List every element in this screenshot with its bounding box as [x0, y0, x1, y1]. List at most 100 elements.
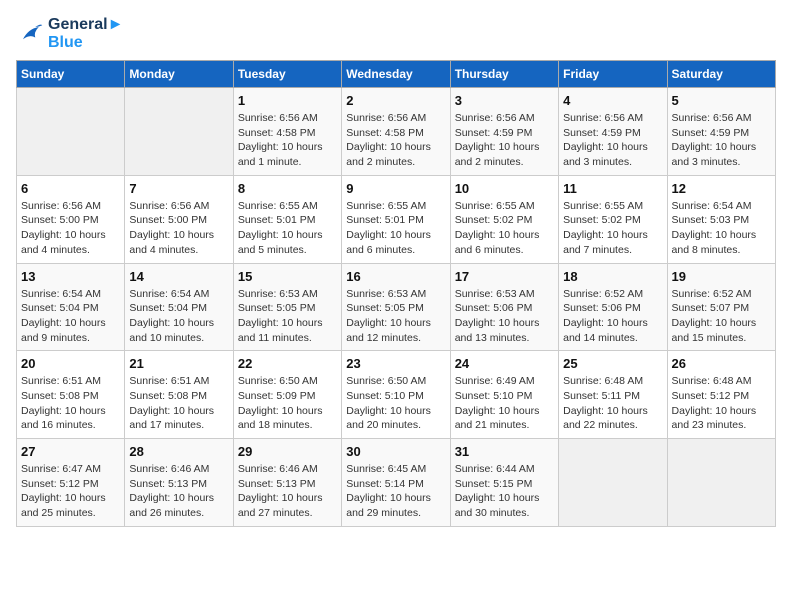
day-info: Sunrise: 6:55 AMSunset: 5:01 PMDaylight:…	[346, 199, 445, 258]
page-header: General► Blue	[16, 16, 776, 52]
day-of-week-header: Saturday	[667, 61, 775, 88]
day-info: Sunrise: 6:55 AMSunset: 5:01 PMDaylight:…	[238, 199, 337, 258]
day-number: 17	[455, 269, 554, 284]
day-number: 29	[238, 444, 337, 459]
day-of-week-header: Thursday	[450, 61, 558, 88]
day-info: Sunrise: 6:56 AMSunset: 4:59 PMDaylight:…	[455, 111, 554, 170]
day-number: 28	[129, 444, 228, 459]
calendar-cell: 21 Sunrise: 6:51 AMSunset: 5:08 PMDayligh…	[125, 351, 233, 439]
day-number: 26	[672, 356, 771, 371]
day-info: Sunrise: 6:55 AMSunset: 5:02 PMDaylight:…	[563, 199, 662, 258]
day-info: Sunrise: 6:46 AMSunset: 5:13 PMDaylight:…	[238, 462, 337, 521]
day-info: Sunrise: 6:45 AMSunset: 5:14 PMDaylight:…	[346, 462, 445, 521]
day-number: 9	[346, 181, 445, 196]
day-info: Sunrise: 6:47 AMSunset: 5:12 PMDaylight:…	[21, 462, 120, 521]
calendar-cell: 29 Sunrise: 6:46 AMSunset: 5:13 PMDayligh…	[233, 439, 341, 527]
calendar-cell: 8 Sunrise: 6:55 AMSunset: 5:01 PMDaylight…	[233, 175, 341, 263]
calendar-cell: 2 Sunrise: 6:56 AMSunset: 4:58 PMDaylight…	[342, 88, 450, 176]
day-of-week-header: Wednesday	[342, 61, 450, 88]
calendar-cell	[559, 439, 667, 527]
calendar-week-row: 20 Sunrise: 6:51 AMSunset: 5:08 PMDayligh…	[17, 351, 776, 439]
calendar-cell: 15 Sunrise: 6:53 AMSunset: 5:05 PMDayligh…	[233, 263, 341, 351]
day-info: Sunrise: 6:56 AMSunset: 4:58 PMDaylight:…	[346, 111, 445, 170]
calendar-cell	[17, 88, 125, 176]
day-number: 16	[346, 269, 445, 284]
calendar-body: 1 Sunrise: 6:56 AMSunset: 4:58 PMDaylight…	[17, 88, 776, 527]
calendar-cell: 12Sunrise: 6:54 AMSunset: 5:03 PMDayligh…	[667, 175, 775, 263]
day-info: Sunrise: 6:54 AMSunset: 5:03 PMDaylight:…	[672, 199, 771, 258]
calendar-cell: 10Sunrise: 6:55 AMSunset: 5:02 PMDayligh…	[450, 175, 558, 263]
logo-line1: General►	[48, 16, 123, 34]
day-info: Sunrise: 6:54 AMSunset: 5:04 PMDaylight:…	[21, 287, 120, 346]
day-number: 11	[563, 181, 662, 196]
day-info: Sunrise: 6:56 AMSunset: 4:59 PMDaylight:…	[563, 111, 662, 170]
calendar-cell: 7 Sunrise: 6:56 AMSunset: 5:00 PMDaylight…	[125, 175, 233, 263]
days-of-week-row: SundayMondayTuesdayWednesdayThursdayFrid…	[17, 61, 776, 88]
day-number: 1	[238, 93, 337, 108]
calendar-cell: 19 Sunrise: 6:52 AMSunset: 5:07 PMDayligh…	[667, 263, 775, 351]
day-number: 31	[455, 444, 554, 459]
calendar-cell	[667, 439, 775, 527]
day-number: 25	[563, 356, 662, 371]
day-info: Sunrise: 6:52 AMSunset: 5:06 PMDaylight:…	[563, 287, 662, 346]
day-of-week-header: Friday	[559, 61, 667, 88]
day-number: 21	[129, 356, 228, 371]
day-number: 15	[238, 269, 337, 284]
calendar-cell: 18 Sunrise: 6:52 AMSunset: 5:06 PMDayligh…	[559, 263, 667, 351]
calendar-cell: 22 Sunrise: 6:50 AMSunset: 5:09 PMDayligh…	[233, 351, 341, 439]
logo: General► Blue	[16, 16, 123, 52]
day-info: Sunrise: 6:51 AMSunset: 5:08 PMDaylight:…	[21, 374, 120, 433]
day-info: Sunrise: 6:50 AMSunset: 5:09 PMDaylight:…	[238, 374, 337, 433]
calendar-cell: 13 Sunrise: 6:54 AMSunset: 5:04 PMDayligh…	[17, 263, 125, 351]
day-info: Sunrise: 6:56 AMSunset: 5:00 PMDaylight:…	[129, 199, 228, 258]
day-number: 24	[455, 356, 554, 371]
calendar-cell: 9 Sunrise: 6:55 AMSunset: 5:01 PMDaylight…	[342, 175, 450, 263]
day-info: Sunrise: 6:54 AMSunset: 5:04 PMDaylight:…	[129, 287, 228, 346]
day-number: 10	[455, 181, 554, 196]
day-number: 4	[563, 93, 662, 108]
calendar-week-row: 13 Sunrise: 6:54 AMSunset: 5:04 PMDayligh…	[17, 263, 776, 351]
day-number: 22	[238, 356, 337, 371]
day-number: 30	[346, 444, 445, 459]
day-number: 2	[346, 93, 445, 108]
calendar-cell	[125, 88, 233, 176]
day-number: 20	[21, 356, 120, 371]
day-number: 19	[672, 269, 771, 284]
day-info: Sunrise: 6:56 AMSunset: 5:00 PMDaylight:…	[21, 199, 120, 258]
calendar-cell: 1 Sunrise: 6:56 AMSunset: 4:58 PMDaylight…	[233, 88, 341, 176]
calendar-cell: 3Sunrise: 6:56 AMSunset: 4:59 PMDaylight…	[450, 88, 558, 176]
calendar-cell: 6 Sunrise: 6:56 AMSunset: 5:00 PMDaylight…	[17, 175, 125, 263]
day-info: Sunrise: 6:52 AMSunset: 5:07 PMDaylight:…	[672, 287, 771, 346]
calendar-cell: 16Sunrise: 6:53 AMSunset: 5:05 PMDayligh…	[342, 263, 450, 351]
day-info: Sunrise: 6:46 AMSunset: 5:13 PMDaylight:…	[129, 462, 228, 521]
calendar-cell: 20 Sunrise: 6:51 AMSunset: 5:08 PMDayligh…	[17, 351, 125, 439]
day-number: 18	[563, 269, 662, 284]
day-info: Sunrise: 6:50 AMSunset: 5:10 PMDaylight:…	[346, 374, 445, 433]
day-info: Sunrise: 6:53 AMSunset: 5:05 PMDaylight:…	[238, 287, 337, 346]
calendar-cell: 31Sunrise: 6:44 AMSunset: 5:15 PMDayligh…	[450, 439, 558, 527]
day-info: Sunrise: 6:48 AMSunset: 5:11 PMDaylight:…	[563, 374, 662, 433]
day-number: 23	[346, 356, 445, 371]
day-of-week-header: Tuesday	[233, 61, 341, 88]
calendar-cell: 25 Sunrise: 6:48 AMSunset: 5:11 PMDayligh…	[559, 351, 667, 439]
day-number: 27	[21, 444, 120, 459]
logo-line2: Blue	[48, 34, 123, 52]
day-number: 13	[21, 269, 120, 284]
day-number: 7	[129, 181, 228, 196]
calendar-cell: 4 Sunrise: 6:56 AMSunset: 4:59 PMDaylight…	[559, 88, 667, 176]
calendar-cell: 26 Sunrise: 6:48 AMSunset: 5:12 PMDayligh…	[667, 351, 775, 439]
day-number: 6	[21, 181, 120, 196]
day-number: 14	[129, 269, 228, 284]
day-info: Sunrise: 6:48 AMSunset: 5:12 PMDaylight:…	[672, 374, 771, 433]
day-of-week-header: Sunday	[17, 61, 125, 88]
day-number: 5	[672, 93, 771, 108]
day-number: 8	[238, 181, 337, 196]
calendar-cell: 24Sunrise: 6:49 AMSunset: 5:10 PMDayligh…	[450, 351, 558, 439]
day-info: Sunrise: 6:56 AMSunset: 4:58 PMDaylight:…	[238, 111, 337, 170]
calendar-week-row: 1 Sunrise: 6:56 AMSunset: 4:58 PMDaylight…	[17, 88, 776, 176]
calendar-cell: 5Sunrise: 6:56 AMSunset: 4:59 PMDaylight…	[667, 88, 775, 176]
logo-icon	[16, 20, 44, 48]
calendar-week-row: 6 Sunrise: 6:56 AMSunset: 5:00 PMDaylight…	[17, 175, 776, 263]
calendar-cell: 11 Sunrise: 6:55 AMSunset: 5:02 PMDayligh…	[559, 175, 667, 263]
day-info: Sunrise: 6:51 AMSunset: 5:08 PMDaylight:…	[129, 374, 228, 433]
